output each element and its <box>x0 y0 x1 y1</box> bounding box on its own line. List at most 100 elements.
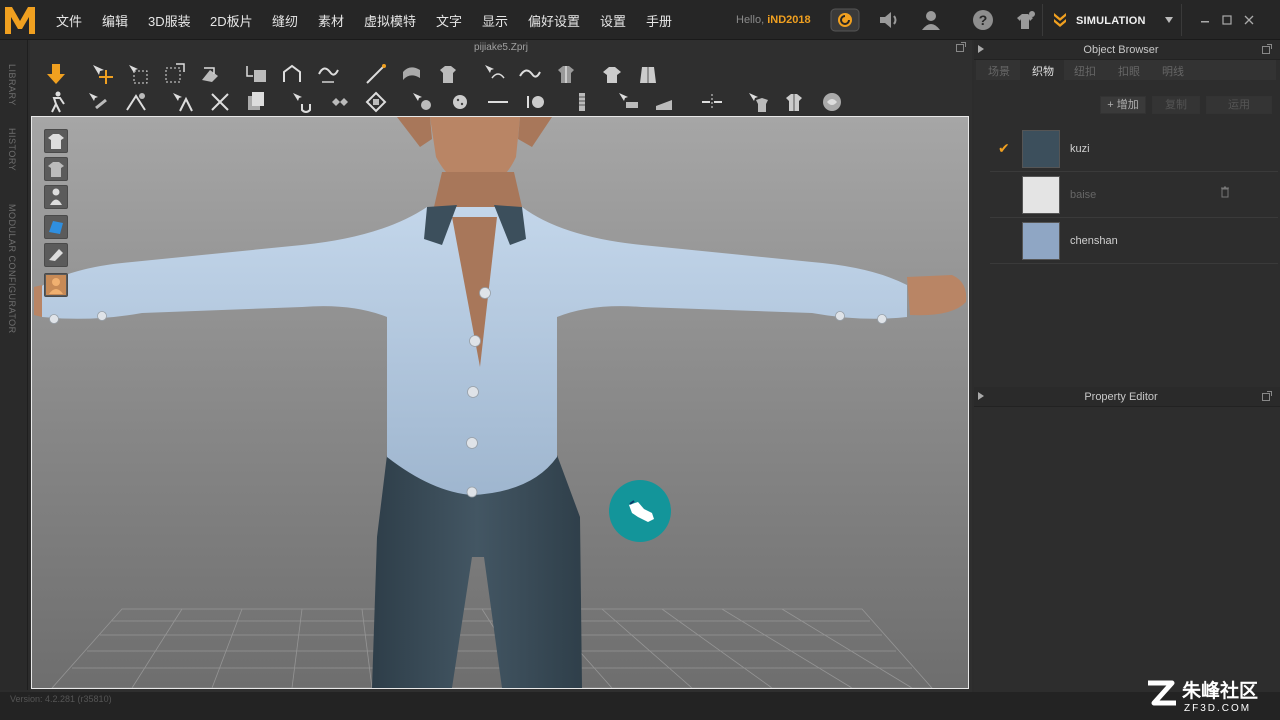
menu-file[interactable]: 文件 <box>56 11 82 30</box>
trash-icon[interactable] <box>1220 186 1230 198</box>
fabric-row-baise[interactable]: baise <box>990 172 1278 218</box>
speaker-icon[interactable] <box>876 8 902 32</box>
seam-tape-icon[interactable] <box>554 62 578 86</box>
tab-modular-configurator[interactable]: MODULAR CONFIGURATOR <box>7 204 17 334</box>
apply-fabric-button[interactable]: 运用 <box>1206 96 1272 114</box>
fabric-swatch[interactable] <box>1022 130 1060 168</box>
fabric-row-kuzi[interactable]: ✔ kuzi <box>990 126 1278 172</box>
float-panel-icon[interactable] <box>1262 391 1272 401</box>
menu-text[interactable]: 文字 <box>436 11 462 30</box>
transform-pattern-icon[interactable] <box>162 62 186 86</box>
topstitch-icon[interactable] <box>616 90 640 114</box>
object-browser-title: Object Browser <box>1083 44 1159 56</box>
steam-icon[interactable] <box>782 90 806 114</box>
minimize-icon[interactable] <box>1198 14 1212 26</box>
button-tool-icon[interactable] <box>410 90 434 114</box>
menu-3d-garment[interactable]: 3D服装 <box>148 11 191 30</box>
edit-trim-icon[interactable] <box>290 90 314 114</box>
greeting-prefix: Hello, <box>736 14 765 26</box>
pin-icon[interactable] <box>86 90 110 114</box>
tab-scene[interactable]: 场景 <box>988 63 1010 79</box>
arrange-point-icon[interactable] <box>244 62 268 86</box>
zipper-icon[interactable] <box>570 90 594 114</box>
fasten-button-icon[interactable] <box>524 90 548 114</box>
free-sewing-icon[interactable] <box>400 62 424 86</box>
float-window-icon[interactable] <box>956 42 966 52</box>
3d-scene[interactable] <box>32 117 968 688</box>
texture-view-icon[interactable] <box>44 215 68 239</box>
fitting-suit-icon[interactable] <box>820 90 844 114</box>
tab-button[interactable]: 纽扣 <box>1074 63 1096 79</box>
3d-viewport[interactable] <box>31 116 969 689</box>
simulate-arrow-icon[interactable] <box>44 62 68 86</box>
garment-fit-icon[interactable] <box>1012 8 1038 32</box>
property-editor-title: Property Editor <box>1084 391 1158 403</box>
avatar-skin-icon[interactable] <box>44 273 68 297</box>
cloud-sync-icon[interactable] <box>830 8 860 32</box>
simulation-mode-selector[interactable]: SIMULATION <box>1042 4 1182 36</box>
float-panel-icon[interactable] <box>1262 44 1272 54</box>
garment-view-icon[interactable] <box>44 157 68 181</box>
tab-library[interactable]: LIBRARY <box>7 64 17 106</box>
fabric-row-chenshan[interactable]: chenshan <box>990 218 1278 264</box>
tab-buttonhole[interactable]: 扣眼 <box>1118 63 1140 79</box>
checkmark-icon: ✔ <box>998 140 1010 156</box>
menu-2d-pattern[interactable]: 2D板片 <box>210 11 253 30</box>
menu-bar: 文件 编辑 3D服装 2D板片 缝纫 素材 虚拟模特 文字 显示 偏好设置 设置… <box>0 0 1280 40</box>
copy-fabric-button[interactable]: 复制 <box>1152 96 1200 114</box>
marvelous-logo-icon[interactable] <box>2 3 38 37</box>
menu-edit[interactable]: 编辑 <box>102 11 128 30</box>
close-icon[interactable] <box>1242 14 1256 26</box>
shrink-icon[interactable] <box>364 90 388 114</box>
segment-sewing-icon[interactable] <box>364 62 388 86</box>
select-move-icon[interactable] <box>90 62 114 86</box>
select-button-icon[interactable] <box>448 90 472 114</box>
fabric-swatch[interactable] <box>1022 176 1060 214</box>
object-browser-tabs: 场景 织物 纽扣 扣眼 明线 <box>976 60 1276 80</box>
show-garment-icon[interactable] <box>636 62 660 86</box>
fold-up-icon[interactable] <box>746 90 770 114</box>
select-mesh-icon[interactable] <box>126 62 150 86</box>
tab-fabric[interactable]: 织物 <box>1032 63 1054 79</box>
menu-settings[interactable]: 设置 <box>600 11 626 30</box>
menu-display[interactable]: 显示 <box>482 11 508 30</box>
pan-hand-cursor-icon <box>609 480 671 542</box>
garment-piece-icon[interactable] <box>436 62 460 86</box>
menu-preferences[interactable]: 偏好设置 <box>528 11 580 30</box>
cut-pattern-icon[interactable] <box>208 90 232 114</box>
sewing-line-icon[interactable] <box>518 62 542 86</box>
fold-arrange-icon[interactable] <box>280 62 304 86</box>
fabric-name: baise <box>1070 189 1097 201</box>
measure-icon[interactable] <box>700 90 724 114</box>
fabric-swatch[interactable] <box>1022 222 1060 260</box>
fold-3d-icon[interactable] <box>316 62 340 86</box>
menu-avatar[interactable]: 虚拟模特 <box>364 11 416 30</box>
tack-icon[interactable] <box>124 90 148 114</box>
elastic-icon[interactable] <box>328 90 352 114</box>
fabric-view-icon[interactable] <box>44 243 68 267</box>
username[interactable]: iND2018 <box>767 14 810 26</box>
help-icon[interactable]: ? <box>970 8 996 32</box>
menu-materials[interactable]: 素材 <box>318 11 344 30</box>
select-avatar-icon[interactable] <box>44 90 68 114</box>
add-fabric-button[interactable]: + 增加 <box>1100 96 1146 114</box>
buttonhole-icon[interactable] <box>486 90 510 114</box>
puckering-icon[interactable] <box>652 90 676 114</box>
object-browser-header: Object Browser <box>974 40 1280 60</box>
version-label: Version: 4.2.281 (r35810) <box>10 694 112 704</box>
copy-pattern-icon[interactable] <box>244 90 268 114</box>
avatar-view-icon[interactable] <box>44 185 68 209</box>
menu-sewing[interactable]: 缝纫 <box>272 11 298 30</box>
fabric-name: kuzi <box>1070 143 1090 155</box>
maximize-icon[interactable] <box>1220 14 1234 26</box>
menu-manual[interactable]: 手册 <box>646 11 672 30</box>
user-profile-icon[interactable] <box>918 8 944 32</box>
avatar-garment-icon[interactable] <box>600 62 624 86</box>
edit-pattern-icon[interactable] <box>170 90 194 114</box>
tab-history[interactable]: HISTORY <box>7 128 17 171</box>
svg-text:?: ? <box>979 12 988 28</box>
show-garment-toggle-icon[interactable] <box>44 129 68 153</box>
fold-arrangement-icon[interactable] <box>198 62 222 86</box>
edit-sewing-icon[interactable] <box>482 62 506 86</box>
tab-topstitch[interactable]: 明线 <box>1162 63 1184 79</box>
